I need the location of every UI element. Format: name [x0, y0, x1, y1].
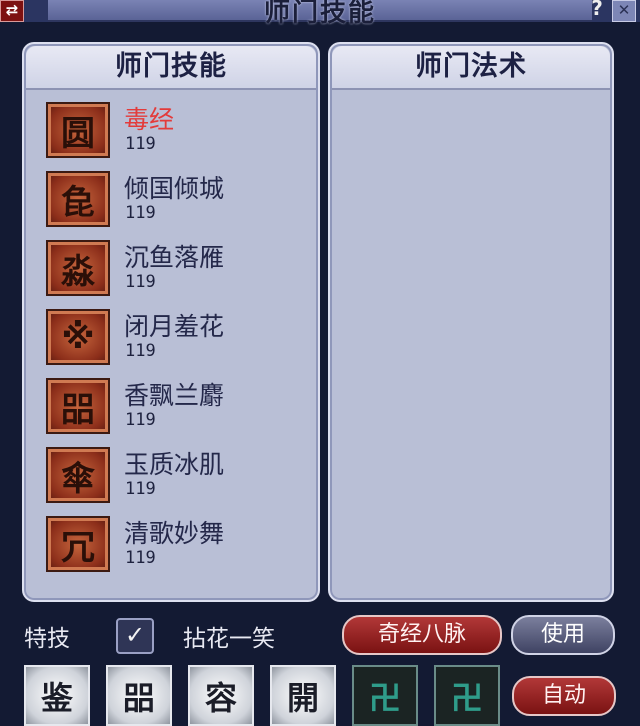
skill-icon: 圆 [46, 102, 110, 158]
skill-item-1[interactable]: 㲋 倾国倾城 119 [44, 167, 304, 236]
skill-item-3[interactable]: ※ 闭月羞花 119 [44, 305, 304, 374]
hotbar-slot-4[interactable]: 開 [270, 665, 336, 726]
skill-icon: 傘 [46, 447, 110, 503]
use-button[interactable]: 使用 [511, 615, 615, 655]
auto-button[interactable]: 自动 [512, 676, 616, 716]
skill-level: 119 [125, 410, 156, 430]
skill-level: 119 [125, 203, 156, 223]
skill-name: 清歌妙舞 [124, 519, 225, 548]
hotbar-slot-5[interactable]: 卍 [352, 665, 418, 726]
meridian-button[interactable]: 奇经八脉 [342, 615, 502, 655]
title-strip: 师门技能 [48, 0, 592, 28]
skill-name: 玉质冰肌 [124, 450, 225, 479]
close-button[interactable]: ✕ [612, 0, 636, 22]
skill-icon: 㲋 [46, 171, 110, 227]
skill-level: 119 [125, 272, 156, 292]
skill-list: 圆 毒经 119 㲋 倾国倾城 119 淼 沉鱼落雁 119 ※ 闭月羞花 11… [44, 98, 304, 581]
tab-school-skills[interactable]: 师门技能 [26, 46, 316, 90]
spells-panel: 师门法术 [328, 42, 614, 602]
skill-level: 119 [125, 479, 156, 499]
hotbar-slot-2[interactable]: 㗊 [106, 665, 172, 726]
hotbar-slot-1[interactable]: 鉴 [24, 665, 90, 726]
skill-icon: 冗 [46, 516, 110, 572]
skill-name: 倾国倾城 [124, 174, 225, 203]
skill-icon: 㗊 [46, 378, 110, 434]
tab-school-spells[interactable]: 师门法术 [332, 46, 610, 90]
skill-name: 香飘兰麝 [124, 381, 225, 410]
special-skill-name: 拈花一笑 [183, 626, 275, 652]
skill-item-4[interactable]: 㗊 香飘兰麝 119 [44, 374, 304, 443]
window-title: 师门技能 [263, 0, 376, 28]
skill-item-2[interactable]: 淼 沉鱼落雁 119 [44, 236, 304, 305]
skill-name: 沉鱼落雁 [124, 243, 225, 272]
skill-icon: 淼 [46, 240, 110, 296]
special-skill-label: 特技 [24, 626, 70, 652]
skill-item-0[interactable]: 圆 毒经 119 [44, 98, 304, 167]
skill-level: 119 [125, 341, 156, 361]
skill-name: 闭月羞花 [124, 312, 225, 341]
skill-icon: ※ [46, 309, 110, 365]
title-bar: 师门技能 ⇄ ? ✕ [0, 0, 640, 28]
hotbar-slot-3[interactable]: 容 [188, 665, 254, 726]
help-button[interactable]: ? [586, 0, 608, 20]
back-button[interactable]: ⇄ [0, 0, 24, 22]
skill-level: 119 [125, 548, 156, 568]
skills-panel: 师门技能 圆 毒经 119 㲋 倾国倾城 119 淼 沉鱼落雁 119 ※ 闭月… [22, 42, 320, 602]
skill-item-5[interactable]: 傘 玉质冰肌 119 [44, 443, 304, 512]
skill-item-6[interactable]: 冗 清歌妙舞 119 [44, 512, 304, 581]
skill-level: 119 [125, 134, 156, 154]
skill-name: 毒经 [124, 105, 175, 134]
hotbar-slot-6[interactable]: 卍 [434, 665, 500, 726]
special-skill-checkbox[interactable]: ✓ [116, 618, 154, 654]
